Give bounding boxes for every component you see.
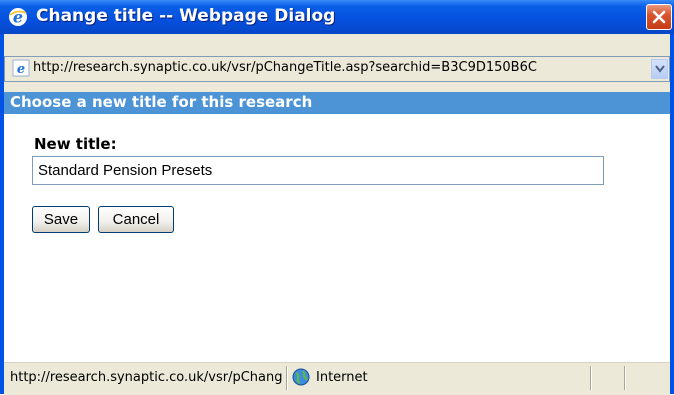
svg-text:e: e <box>17 62 25 77</box>
chevron-down-icon <box>655 65 665 73</box>
status-url: http://research.synaptic.co.uk/vsr/pChan… <box>10 370 282 385</box>
new-title-input[interactable] <box>32 156 604 185</box>
cancel-button[interactable]: Cancel <box>98 206 174 233</box>
status-divider <box>590 366 591 390</box>
address-dropdown-button[interactable] <box>651 59 668 79</box>
address-url[interactable]: http://research.synaptic.co.uk/vsr/pChan… <box>33 60 649 78</box>
dialog-header: Choose a new title for this research <box>10 93 313 111</box>
window-title: Change title -- Webpage Dialog <box>36 6 336 26</box>
ie-icon: e <box>8 7 28 27</box>
title-bar[interactable]: e Change title -- Webpage Dialog <box>0 0 674 34</box>
new-title-label: New title: <box>34 135 117 153</box>
close-button[interactable] <box>646 4 672 30</box>
close-icon <box>652 10 666 24</box>
ie-page-icon: e <box>12 59 30 77</box>
status-divider <box>624 366 625 390</box>
status-divider <box>286 366 287 390</box>
dialog-window: e Change title -- Webpage Dialog e http:… <box>0 0 674 395</box>
svg-text:e: e <box>13 8 23 27</box>
security-zone-label: Internet <box>316 370 368 385</box>
globe-icon <box>292 368 310 386</box>
save-button[interactable]: Save <box>32 206 90 233</box>
